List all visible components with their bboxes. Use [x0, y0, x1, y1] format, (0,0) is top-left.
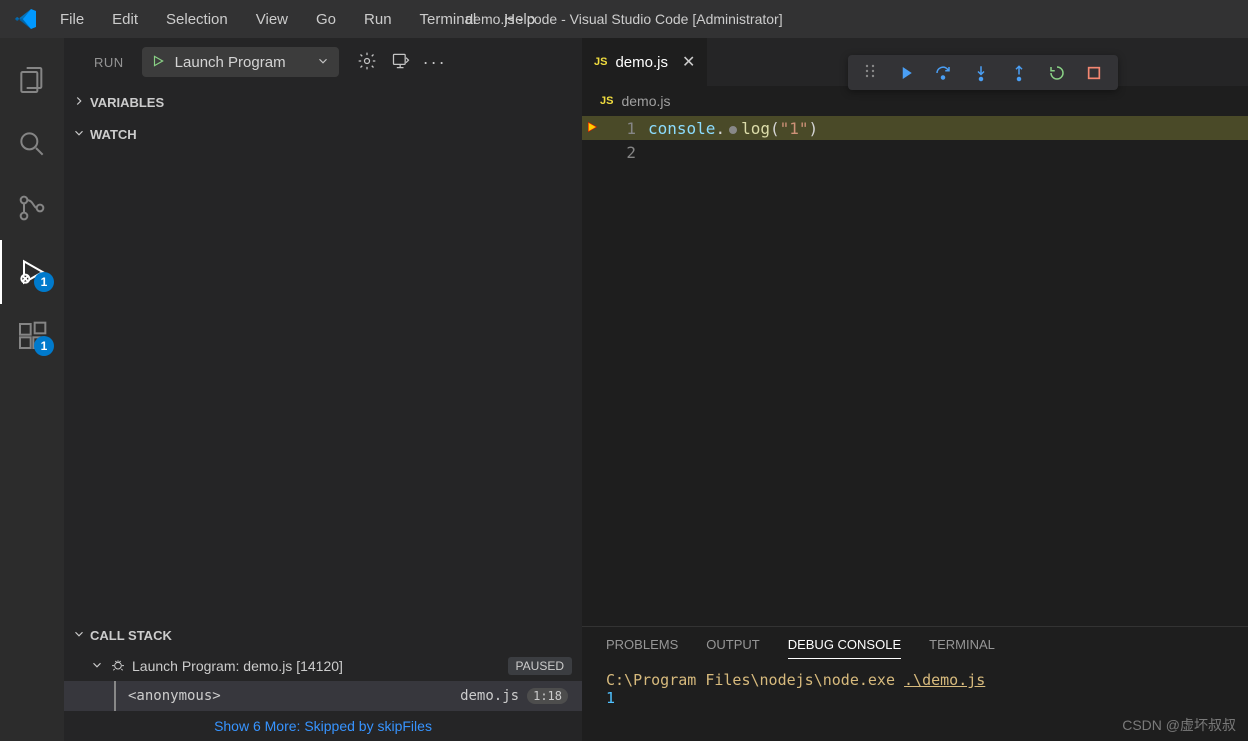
- menu-view[interactable]: View: [244, 5, 300, 34]
- code-line-1[interactable]: 1 console.log("1"): [582, 116, 1248, 140]
- frame-file: demo.js: [460, 688, 519, 704]
- watch-body: [64, 150, 582, 619]
- frame-position: 1:18: [527, 688, 568, 704]
- watch-label: WATCH: [90, 127, 137, 142]
- drag-handle-icon[interactable]: [864, 63, 876, 82]
- menu-go[interactable]: Go: [304, 5, 348, 34]
- chevron-right-icon: [72, 94, 86, 111]
- activity-scm[interactable]: [0, 176, 64, 240]
- panel-tab-problems[interactable]: PROBLEMS: [606, 637, 678, 659]
- js-icon: JS: [594, 56, 607, 68]
- activity-debug[interactable]: 1: [0, 240, 64, 304]
- frame-indicator: [114, 681, 116, 711]
- step-out-button[interactable]: [1010, 64, 1028, 82]
- intellisense-dot-icon: [729, 126, 737, 134]
- current-line-icon: [586, 119, 600, 138]
- vscode-icon: [14, 7, 38, 31]
- activity-search[interactable]: [0, 112, 64, 176]
- editor-area: JS demo.js ✕ JS demo.js 1 console.log("1…: [582, 38, 1248, 741]
- js-icon: JS: [600, 95, 613, 107]
- chevron-down-icon: [72, 627, 86, 644]
- program-label: Launch Program: demo.js [14120]: [132, 658, 343, 674]
- chevron-down-icon: [90, 658, 104, 675]
- menu-selection[interactable]: Selection: [154, 5, 240, 34]
- callstack-label: CALL STACK: [90, 628, 172, 643]
- config-name: Launch Program: [175, 54, 286, 71]
- more-icon[interactable]: ···: [423, 52, 447, 73]
- window-title: demo.js - code - Visual Studio Code [Adm…: [465, 11, 782, 27]
- debug-console-icon[interactable]: [391, 51, 411, 74]
- play-icon: [151, 54, 165, 71]
- section-callstack[interactable]: CALL STACK: [64, 619, 582, 651]
- run-header: RUN Launch Program ···: [64, 38, 582, 86]
- console-value: 1: [606, 689, 1224, 707]
- console-line: C:\Program Files\nodejs\node.exe .\demo.…: [606, 671, 1224, 689]
- breadcrumb-file: demo.js: [621, 93, 670, 109]
- section-variables[interactable]: VARIABLES: [64, 86, 582, 118]
- close-icon[interactable]: ✕: [682, 52, 695, 72]
- activity-extensions[interactable]: 1: [0, 304, 64, 368]
- panel-tab-terminal[interactable]: TERMINAL: [929, 637, 995, 659]
- debug-toolbar[interactable]: [848, 55, 1118, 90]
- run-title: RUN: [94, 55, 124, 70]
- activity-bar: 1 1: [0, 38, 64, 741]
- breadcrumb[interactable]: JS demo.js: [582, 86, 1248, 116]
- paused-badge: PAUSED: [508, 657, 572, 675]
- stop-button[interactable]: [1086, 65, 1102, 81]
- continue-button[interactable]: [896, 64, 914, 82]
- menu-file[interactable]: File: [48, 5, 96, 34]
- line-number: 2: [608, 143, 648, 162]
- menu-edit[interactable]: Edit: [100, 5, 150, 34]
- menu-run[interactable]: Run: [352, 5, 404, 34]
- chevron-down-icon: [72, 126, 86, 143]
- variables-label: VARIABLES: [90, 95, 164, 110]
- activity-explorer[interactable]: [0, 48, 64, 112]
- panel-tab-debug-console[interactable]: DEBUG CONSOLE: [788, 637, 901, 659]
- show-more-frames[interactable]: Show 6 More: Skipped by skipFiles: [64, 711, 582, 741]
- bug-icon: [110, 657, 126, 676]
- stack-frame[interactable]: <anonymous> demo.js 1:18: [64, 681, 582, 711]
- callstack-program[interactable]: Launch Program: demo.js [14120] PAUSED: [64, 651, 582, 681]
- watermark: CSDN @虚坏叔叔: [1122, 715, 1236, 735]
- code-content: console.log("1"): [648, 119, 818, 138]
- step-over-button[interactable]: [934, 64, 952, 82]
- panel-tabs: PROBLEMS OUTPUT DEBUG CONSOLE TERMINAL: [582, 627, 1248, 665]
- gear-icon[interactable]: [357, 51, 377, 74]
- line-number: 1: [608, 119, 648, 138]
- editor-tab[interactable]: JS demo.js ✕: [582, 38, 708, 86]
- code-line-2[interactable]: 2: [582, 140, 1248, 164]
- extensions-badge: 1: [34, 336, 54, 356]
- chevron-down-icon: [316, 54, 330, 71]
- debug-badge: 1: [34, 272, 54, 292]
- titlebar: File Edit Selection View Go Run Terminal…: [0, 0, 1248, 38]
- run-sidebar: RUN Launch Program ···: [64, 38, 582, 741]
- frame-name: <anonymous>: [128, 688, 221, 704]
- tab-filename: demo.js: [615, 54, 668, 71]
- restart-button[interactable]: [1048, 64, 1066, 82]
- step-into-button[interactable]: [972, 64, 990, 82]
- panel-tab-output[interactable]: OUTPUT: [706, 637, 759, 659]
- launch-config-select[interactable]: Launch Program: [142, 47, 339, 77]
- section-watch[interactable]: WATCH: [64, 118, 582, 150]
- code-editor[interactable]: 1 console.log("1") 2: [582, 116, 1248, 626]
